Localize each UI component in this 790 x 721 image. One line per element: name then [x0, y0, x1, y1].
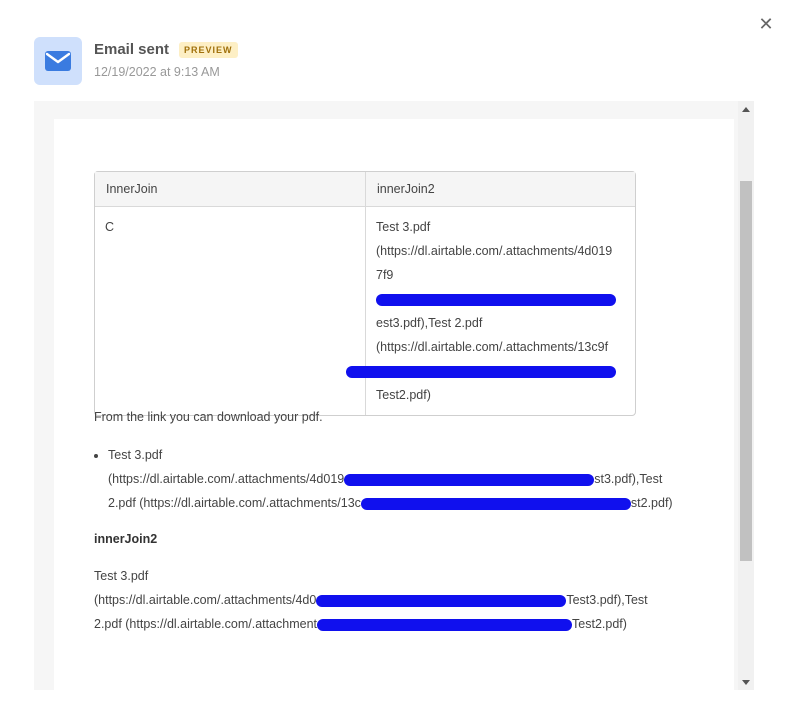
data-table: InnerJoin innerJoin2 C Test 3.pdf (https… — [94, 171, 636, 416]
vertical-scrollbar[interactable] — [738, 101, 754, 690]
para-line-text: 2.pdf (https://dl.airtable.com/.attachme… — [94, 617, 318, 631]
envelope-icon — [34, 37, 82, 85]
email-timestamp: 12/19/2022 at 9:13 AM — [94, 65, 220, 79]
table-row: C Test 3.pdf (https://dl.airtable.com/.a… — [95, 207, 635, 415]
redaction-mark — [344, 473, 595, 486]
column-header-innerjoin2: innerJoin2 — [366, 172, 635, 207]
para-line: (https://dl.airtable.com/.attachments/4d… — [94, 588, 694, 612]
scroll-down-icon[interactable] — [738, 674, 754, 690]
close-icon[interactable]: ✕ — [756, 14, 776, 34]
redaction-mark — [317, 618, 573, 631]
cell-line: (https://dl.airtable.com/.attachments/13… — [376, 340, 609, 354]
redaction-mark — [376, 293, 616, 306]
para-line-text: (https://dl.airtable.com/.attachments/4d… — [94, 593, 317, 607]
cell-line: Test 3.pdf — [376, 220, 431, 234]
column-header-innerjoin: InnerJoin — [95, 172, 366, 207]
para-line: Test 3.pdf — [94, 569, 149, 583]
preview-badge: PREVIEW — [179, 41, 238, 58]
email-preview-frame: InnerJoin innerJoin2 C Test 3.pdf (https… — [34, 101, 738, 690]
cell-line-text: 7f9 — [376, 268, 394, 282]
list-item: Test 3.pdf (https://dl.airtable.com/.att… — [108, 443, 688, 515]
redaction-mark — [360, 497, 631, 510]
attachment-list: Test 3.pdf (https://dl.airtable.com/.att… — [94, 443, 688, 515]
list-line: 2.pdf (https://dl.airtable.com/.attachme… — [108, 491, 688, 515]
email-body: InnerJoin innerJoin2 C Test 3.pdf (https… — [54, 119, 734, 690]
table-cell: C — [95, 207, 366, 415]
header: Email sent PREVIEW — [94, 41, 238, 58]
para-line-text: Test2.pdf) — [572, 617, 627, 631]
cell-line: est3.pdf),Test 2.pdf — [376, 316, 483, 330]
list-line: (https://dl.airtable.com/.attachments/4d… — [108, 467, 688, 491]
para-line-text: Test3.pdf),Test — [566, 593, 648, 607]
attachment-paragraph: Test 3.pdf (https://dl.airtable.com/.att… — [94, 564, 694, 636]
list-line-text: 2.pdf (https://dl.airtable.com/.attachme… — [108, 496, 361, 510]
table-cell-attachments: Test 3.pdf (https://dl.airtable.com/.att… — [346, 207, 635, 415]
scroll-up-icon[interactable] — [738, 101, 754, 117]
redaction-mark — [346, 365, 616, 378]
list-line-text: st3.pdf),Test — [594, 472, 663, 486]
section-title: innerJoin2 — [94, 532, 158, 546]
list-line-text: (https://dl.airtable.com/.attachments/4d… — [108, 472, 345, 486]
cell-line: (https://dl.airtable.com/.attachments/4d… — [376, 244, 613, 258]
scroll-thumb[interactable] — [740, 181, 752, 561]
list-line: Test 3.pdf — [108, 448, 163, 462]
list-line-text: st2.pdf) — [630, 496, 673, 510]
email-title: Email sent — [94, 41, 170, 58]
cell-line: 7f9 — [376, 263, 625, 311]
intro-text: From the link you can download your pdf. — [94, 410, 323, 424]
cell-line — [346, 359, 625, 383]
redaction-mark — [316, 594, 567, 607]
para-line: 2.pdf (https://dl.airtable.com/.attachme… — [94, 612, 694, 636]
cell-line: Test2.pdf) — [376, 388, 431, 402]
